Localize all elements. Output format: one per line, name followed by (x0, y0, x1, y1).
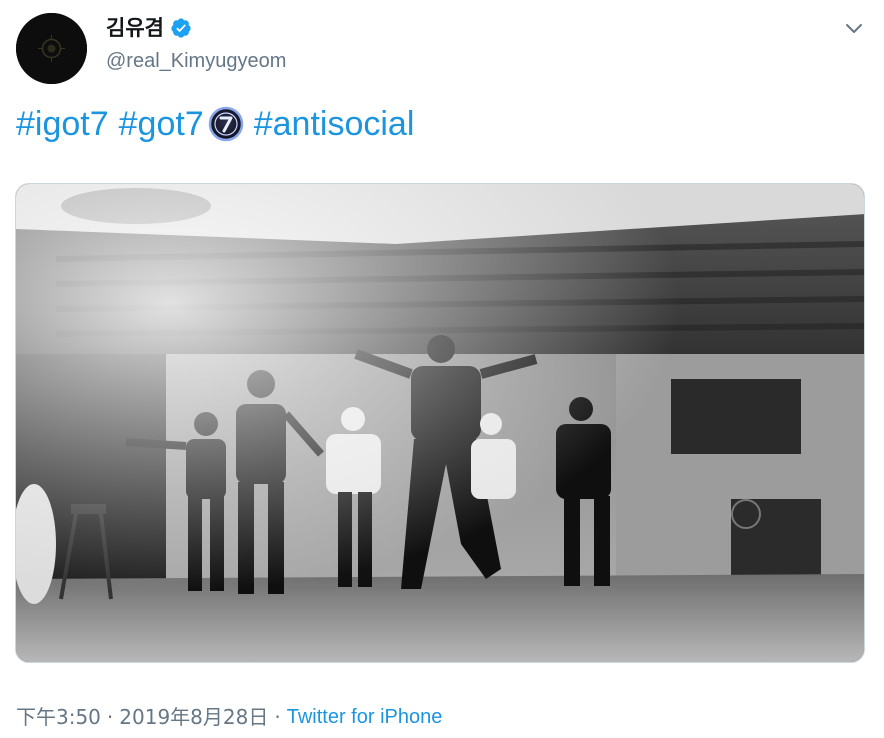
video-frame-image (16, 184, 864, 662)
author-name-row[interactable]: 김유겸 (106, 14, 192, 42)
meta-separator: · (106, 705, 114, 729)
hashtag-group-got7: #got7 (119, 103, 244, 145)
hashtag-igot7[interactable]: #igot7 (16, 103, 109, 145)
avatar-image (16, 13, 87, 84)
author-handle[interactable]: @real_Kimyugyeom (106, 47, 286, 75)
display-name[interactable]: 김유겸 (106, 14, 164, 42)
meta-separator: · (274, 705, 281, 729)
hashtag-got7[interactable]: #got7 (119, 103, 204, 145)
tweet-video[interactable] (15, 183, 865, 663)
tweet-text: #igot7 #got7 #antisocial (16, 103, 414, 145)
hashtag-antisocial[interactable]: #antisocial (254, 103, 415, 145)
chevron-down-icon[interactable] (844, 18, 864, 38)
tweet-meta: 下午3:50 · 2019年8月28日 · Twitter for iPhone (16, 703, 442, 731)
tweet-time[interactable]: 下午3:50 (16, 703, 101, 731)
verified-badge-icon (171, 18, 191, 38)
tweet-source[interactable]: Twitter for iPhone (287, 703, 443, 731)
tweet-date[interactable]: 2019年8月28日 (119, 703, 268, 731)
avatar[interactable] (16, 13, 87, 84)
got7-emoji-icon (208, 106, 243, 142)
